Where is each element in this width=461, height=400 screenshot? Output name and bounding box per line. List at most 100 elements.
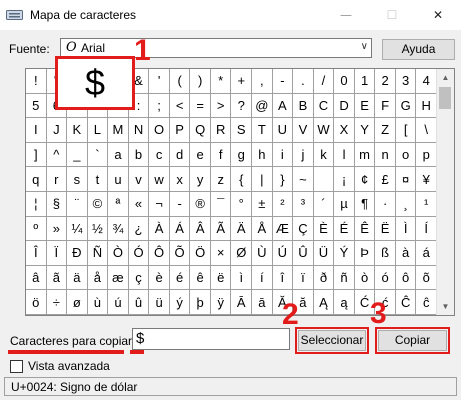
character-cell[interactable]: ā [252, 290, 273, 315]
character-cell[interactable]: > [210, 93, 232, 119]
character-cell[interactable]: Y [354, 118, 376, 143]
character-cell[interactable]: º [26, 216, 47, 242]
character-cell[interactable]: Ð [67, 241, 88, 266]
character-cell[interactable]: ï [293, 265, 314, 291]
character-cell[interactable]: P [169, 118, 191, 143]
font-dropdown[interactable]: O Arial ∨ [60, 38, 372, 58]
character-cell[interactable]: Í [416, 216, 437, 242]
character-cell[interactable]: ³ [293, 192, 314, 217]
character-cell[interactable]: ¸ [395, 192, 417, 217]
character-cell[interactable]: ð [313, 265, 335, 291]
characters-to-copy-input[interactable]: $ [132, 328, 290, 350]
character-cell[interactable]: é [169, 265, 191, 291]
character-cell[interactable]: « [128, 192, 150, 217]
character-cell[interactable]: × [210, 241, 232, 266]
character-cell[interactable]: Â [190, 216, 211, 242]
character-cell[interactable]: v [128, 167, 150, 192]
character-cell[interactable]: . [293, 69, 314, 94]
character-cell[interactable]: ¯ [210, 192, 232, 217]
scrollbar-thumb[interactable] [439, 87, 451, 109]
character-cell[interactable]: ¡ [334, 167, 355, 192]
character-cell[interactable]: Ą [313, 290, 335, 315]
character-cell[interactable]: Ó [128, 241, 150, 266]
character-cell[interactable]: a [108, 142, 129, 168]
character-cell[interactable]: L [87, 118, 109, 143]
character-cell[interactable]: ) [190, 69, 211, 94]
character-cell[interactable]: o [395, 142, 417, 168]
character-cell[interactable]: = [190, 93, 211, 119]
character-cell[interactable]: ] [26, 142, 47, 168]
character-cell[interactable]: ¹ [416, 192, 437, 217]
character-cell[interactable]: § [46, 192, 68, 217]
close-button[interactable]: ✕ [415, 0, 461, 30]
character-cell[interactable]: N [128, 118, 150, 143]
character-cell[interactable]: 1 [354, 69, 376, 94]
character-cell[interactable]: E [354, 93, 376, 119]
character-cell[interactable]: Ú [272, 241, 294, 266]
character-cell[interactable]: B [293, 93, 314, 119]
character-cell[interactable]: ¿ [128, 216, 150, 242]
character-cell[interactable]: ¶ [354, 192, 376, 217]
character-cell[interactable]: â [26, 265, 47, 291]
character-cell[interactable]: t [87, 167, 109, 192]
character-cell[interactable]: _ [67, 142, 88, 168]
character-cell[interactable]: ½ [87, 216, 109, 242]
character-cell[interactable]: ä [67, 265, 88, 291]
character-cell[interactable]: 0 [334, 69, 355, 94]
character-cell[interactable]: í [252, 265, 273, 291]
character-cell[interactable]: ° [231, 192, 253, 217]
character-cell[interactable]: u [108, 167, 129, 192]
character-cell[interactable]: û [128, 290, 150, 315]
character-cell[interactable]: ? [231, 93, 253, 119]
character-cell[interactable]: Ã [210, 216, 232, 242]
character-cell[interactable]: ñ [334, 265, 355, 291]
character-cell[interactable]: Á [169, 216, 191, 242]
character-cell[interactable]: C [313, 93, 335, 119]
character-cell[interactable]: · [375, 192, 396, 217]
character-cell[interactable]: À [149, 216, 170, 242]
character-cell[interactable]: m [354, 142, 376, 168]
advanced-view-checkbox[interactable] [10, 360, 23, 373]
character-cell[interactable]: ! [26, 69, 47, 94]
character-cell[interactable]: ¬ [149, 192, 170, 217]
character-cell[interactable]: Ê [354, 216, 376, 242]
character-cell[interactable]: \ [416, 118, 437, 143]
character-cell[interactable]: b [128, 142, 150, 168]
character-cell[interactable]: R [210, 118, 232, 143]
character-cell[interactable]: + [231, 69, 253, 94]
character-cell[interactable]: ¥ [416, 167, 437, 192]
character-cell[interactable]: 4 [416, 69, 437, 94]
character-cell[interactable]: g [231, 142, 253, 168]
character-cell[interactable]: É [334, 216, 355, 242]
character-cell[interactable]: ą [334, 290, 355, 315]
character-cell[interactable]: µ [334, 192, 355, 217]
character-cell[interactable]: £ [375, 167, 396, 192]
character-cell[interactable]: î [272, 265, 294, 291]
character-cell[interactable]: O [149, 118, 170, 143]
character-cell[interactable]: e [190, 142, 211, 168]
character-cell[interactable]: ' [149, 69, 170, 94]
character-cell[interactable]: Ë [375, 216, 396, 242]
character-cell[interactable]: Ç [293, 216, 314, 242]
character-cell[interactable] [313, 167, 335, 192]
character-cell[interactable]: Ĉ [395, 290, 417, 315]
character-cell[interactable]: å [87, 265, 109, 291]
character-cell[interactable]: j [293, 142, 314, 168]
character-cell[interactable]: ; [149, 93, 170, 119]
character-cell[interactable]: Æ [272, 216, 294, 242]
character-cell[interactable]: È [313, 216, 335, 242]
character-cell[interactable]: z [210, 167, 232, 192]
character-cell[interactable]: G [395, 93, 417, 119]
character-cell[interactable]: Å [252, 216, 273, 242]
character-cell[interactable]: * [210, 69, 232, 94]
character-cell[interactable]: Õ [169, 241, 191, 266]
character-cell[interactable]: æ [108, 265, 129, 291]
character-cell[interactable]: ö [26, 290, 47, 315]
character-cell[interactable]: 5 [26, 93, 47, 119]
character-cell[interactable]: è [149, 265, 170, 291]
character-cell[interactable]: c [149, 142, 170, 168]
character-cell[interactable]: 3 [395, 69, 417, 94]
character-cell[interactable]: I [26, 118, 47, 143]
character-cell[interactable]: Ö [190, 241, 211, 266]
character-cell[interactable]: y [190, 167, 211, 192]
